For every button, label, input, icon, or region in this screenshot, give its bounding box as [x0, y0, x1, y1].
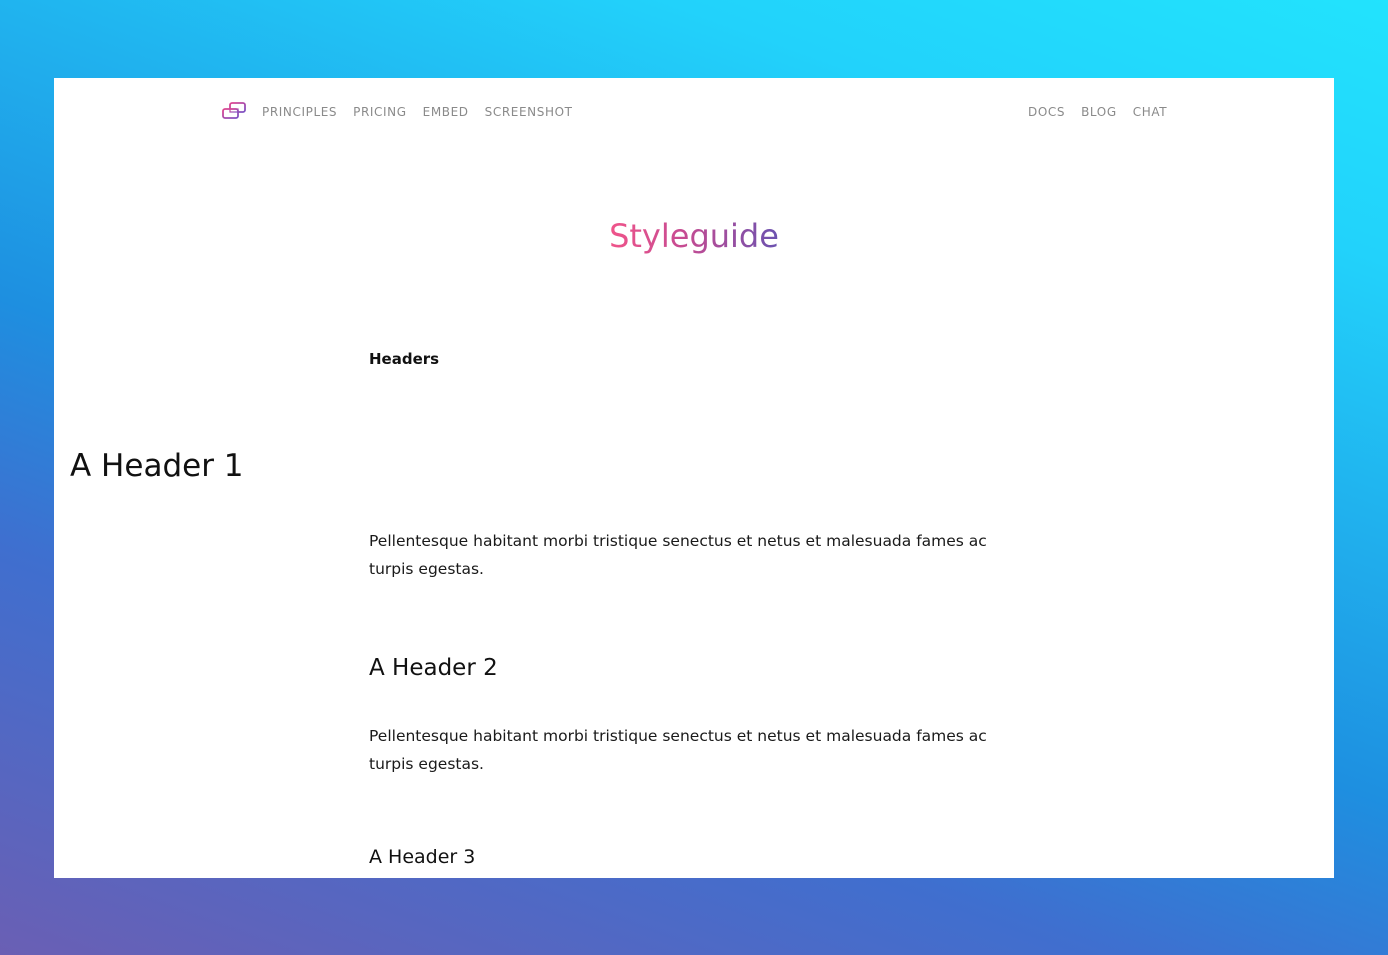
nav-link-pricing[interactable]: PRICING [353, 104, 407, 120]
nav-link-embed[interactable]: EMBED [423, 104, 469, 120]
page-title-text: Styleguide [609, 217, 779, 255]
overlapping-rectangles-logo-icon[interactable] [221, 101, 247, 121]
section-label-headers: Headers [369, 350, 440, 368]
sample-header-2: A Header 2 [369, 655, 498, 681]
secondary-nav-links: DOCS BLOG CHAT [1028, 104, 1167, 120]
primary-nav-links: PRINCIPLES PRICING EMBED SCREENSHOT [262, 104, 573, 120]
nav-link-chat[interactable]: CHAT [1133, 104, 1167, 120]
sample-paragraph-1: Pellentesque habitant morbi tristique se… [369, 532, 987, 578]
browser-viewport: PRINCIPLES PRICING EMBED SCREENSHOT DOCS… [54, 78, 1334, 878]
sample-header-1: A Header 1 [70, 448, 244, 484]
nav-link-blog[interactable]: BLOG [1081, 104, 1117, 120]
nav-link-docs[interactable]: DOCS [1028, 104, 1065, 120]
page-title: Styleguide [54, 216, 1334, 256]
sample-header-3: A Header 3 [369, 846, 476, 868]
nav-link-screenshot[interactable]: SCREENSHOT [485, 104, 573, 120]
nav-link-principles[interactable]: PRINCIPLES [262, 104, 337, 120]
sample-paragraph-2: Pellentesque habitant morbi tristique se… [369, 727, 987, 773]
top-navigation: PRINCIPLES PRICING EMBED SCREENSHOT DOCS… [54, 78, 1334, 146]
